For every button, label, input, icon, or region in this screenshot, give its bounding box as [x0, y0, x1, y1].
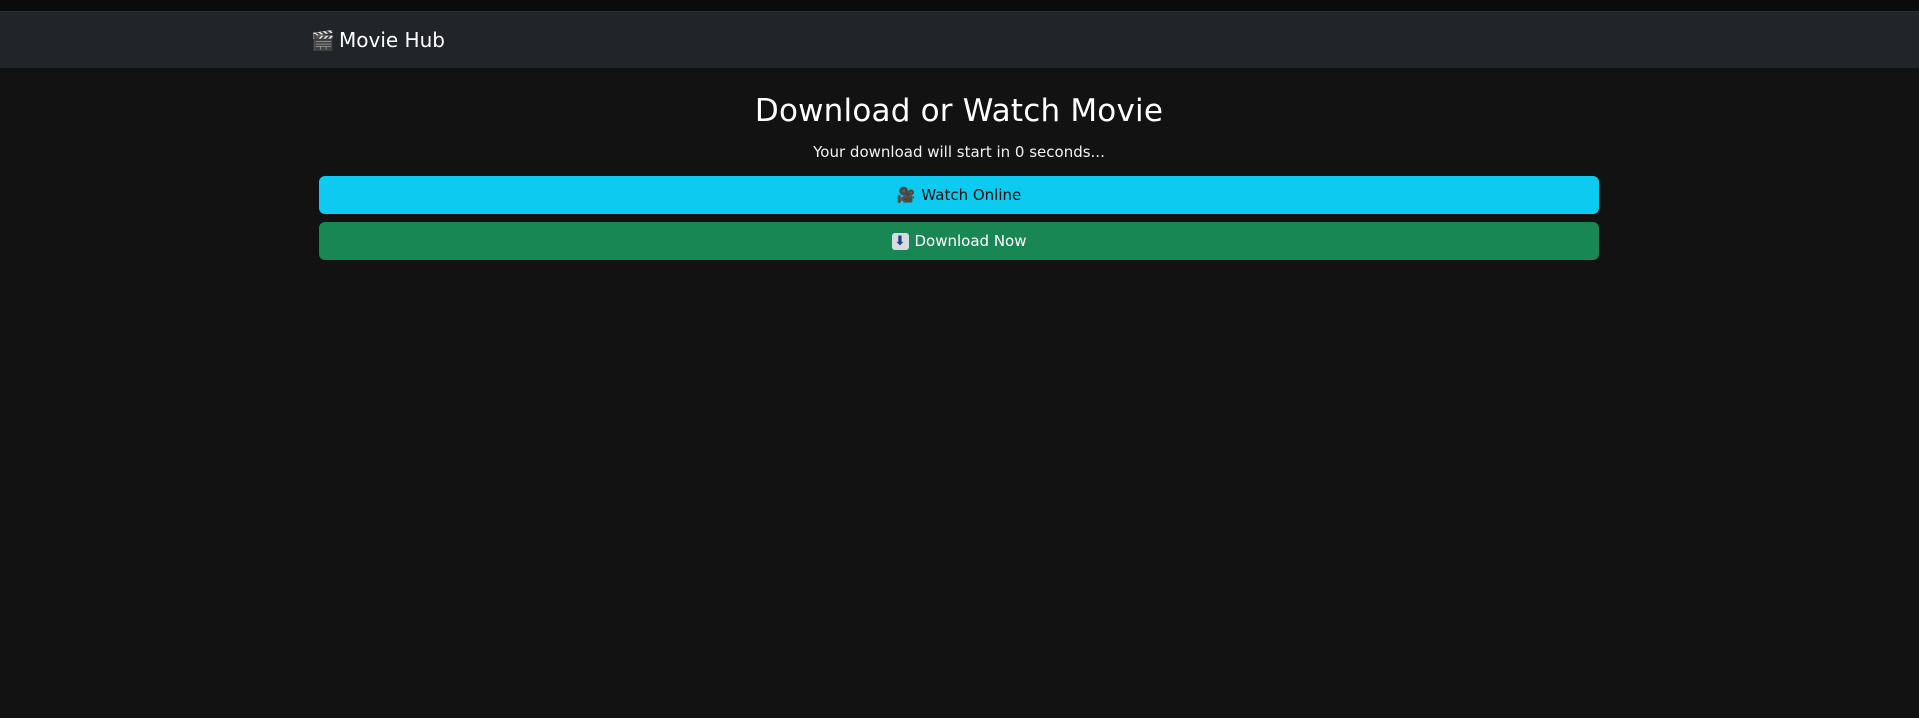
watch-online-button[interactable]: 🎥 Watch Online — [319, 176, 1599, 214]
download-now-button[interactable]: ⬇ Download Now — [319, 222, 1599, 260]
brand-label: Movie Hub — [339, 28, 445, 52]
browser-top-strip — [0, 0, 1919, 12]
page-title: Download or Watch Movie — [754, 93, 1164, 129]
countdown-text: Your download will start in 0 seconds... — [813, 143, 1105, 161]
clapper-board-icon: 🎬 — [311, 29, 335, 52]
watch-online-label: Watch Online — [921, 186, 1022, 204]
main-content: Download or Watch Movie Your download wi… — [319, 92, 1599, 260]
movie-camera-icon: 🎥 — [896, 186, 916, 204]
down-arrow-icon: ⬇ — [891, 232, 909, 250]
navbar: 🎬 Movie Hub — [0, 12, 1919, 68]
download-now-label: Download Now — [914, 232, 1027, 250]
brand-link[interactable]: 🎬 Movie Hub — [311, 12, 445, 68]
